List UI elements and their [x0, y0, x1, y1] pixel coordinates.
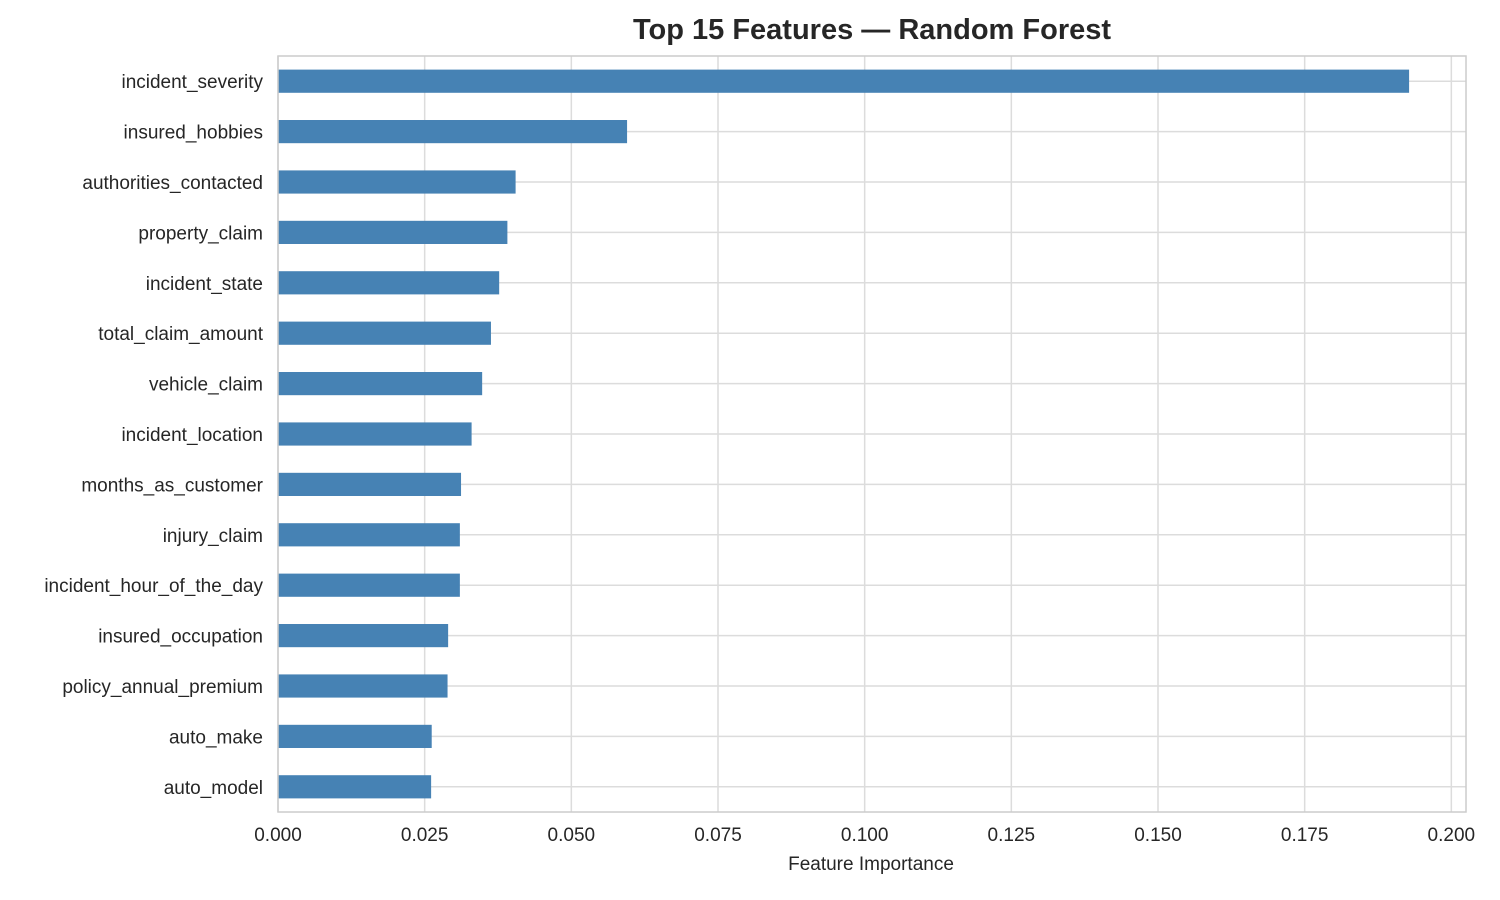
y-tick-label: injury_claim [163, 526, 263, 547]
x-tick-label: 0.175 [1281, 825, 1329, 846]
bar-policy-annual-premium [278, 674, 448, 698]
bar-total-claim-amount [278, 321, 491, 345]
bar-incident-severity [278, 69, 1410, 93]
x-tick-label: 0.125 [988, 825, 1036, 846]
y-tick-label: authorities_contacted [82, 173, 263, 194]
bar-incident-hour-of-the-day [278, 573, 460, 597]
bar-authorities-contacted [278, 170, 516, 194]
x-tick-label: 0.150 [1134, 825, 1182, 846]
x-tick-labels: 0.000 0.025 0.050 0.075 0.100 0.125 0.150 0.175… [254, 825, 1475, 846]
y-tick-label: insured_hobbies [124, 123, 263, 144]
x-tick-label: 0.000 [254, 825, 302, 846]
y-tick-label: incident_severity [121, 72, 263, 93]
y-tick-label: incident_location [121, 425, 263, 446]
bar-auto-make [278, 724, 432, 748]
y-tick-label: incident_hour_of_the_day [44, 576, 263, 597]
bar-vehicle-claim [278, 372, 483, 396]
y-tick-label: property_claim [138, 223, 263, 244]
y-tick-label: auto_make [169, 727, 263, 748]
y-tick-label: vehicle_claim [149, 375, 263, 396]
x-tick-label: 0.100 [841, 825, 889, 846]
bar-insured-hobbies [278, 120, 628, 144]
y-tick-label: months_as_customer [81, 475, 263, 496]
bar-months-as-customer [278, 472, 462, 496]
bar-incident-state [278, 271, 500, 295]
x-tick-label: 0.025 [401, 825, 449, 846]
x-tick-label: 0.050 [548, 825, 596, 846]
bar-property-claim [278, 220, 508, 244]
x-tick-label: 0.200 [1428, 825, 1476, 846]
y-tick-label: policy_annual_premium [62, 677, 263, 698]
bar-injury-claim [278, 523, 460, 547]
bar-incident-location [278, 422, 472, 446]
bar-insured-occupation [278, 624, 449, 648]
bar-auto-model [278, 775, 432, 799]
y-tick-label: insured_occupation [98, 627, 263, 648]
y-tick-labels: incident_severity insured_hobbies authorit… [44, 72, 263, 799]
y-tick-label: auto_model [164, 778, 263, 799]
y-tick-label: total_claim_amount [98, 324, 263, 345]
x-tick-label: 0.075 [694, 825, 742, 846]
x-axis-label: Feature Importance [788, 854, 954, 875]
y-tick-label: incident_state [146, 274, 263, 295]
bar-chart: incident_severity insured_hobbies authorit… [44, 55, 1475, 875]
